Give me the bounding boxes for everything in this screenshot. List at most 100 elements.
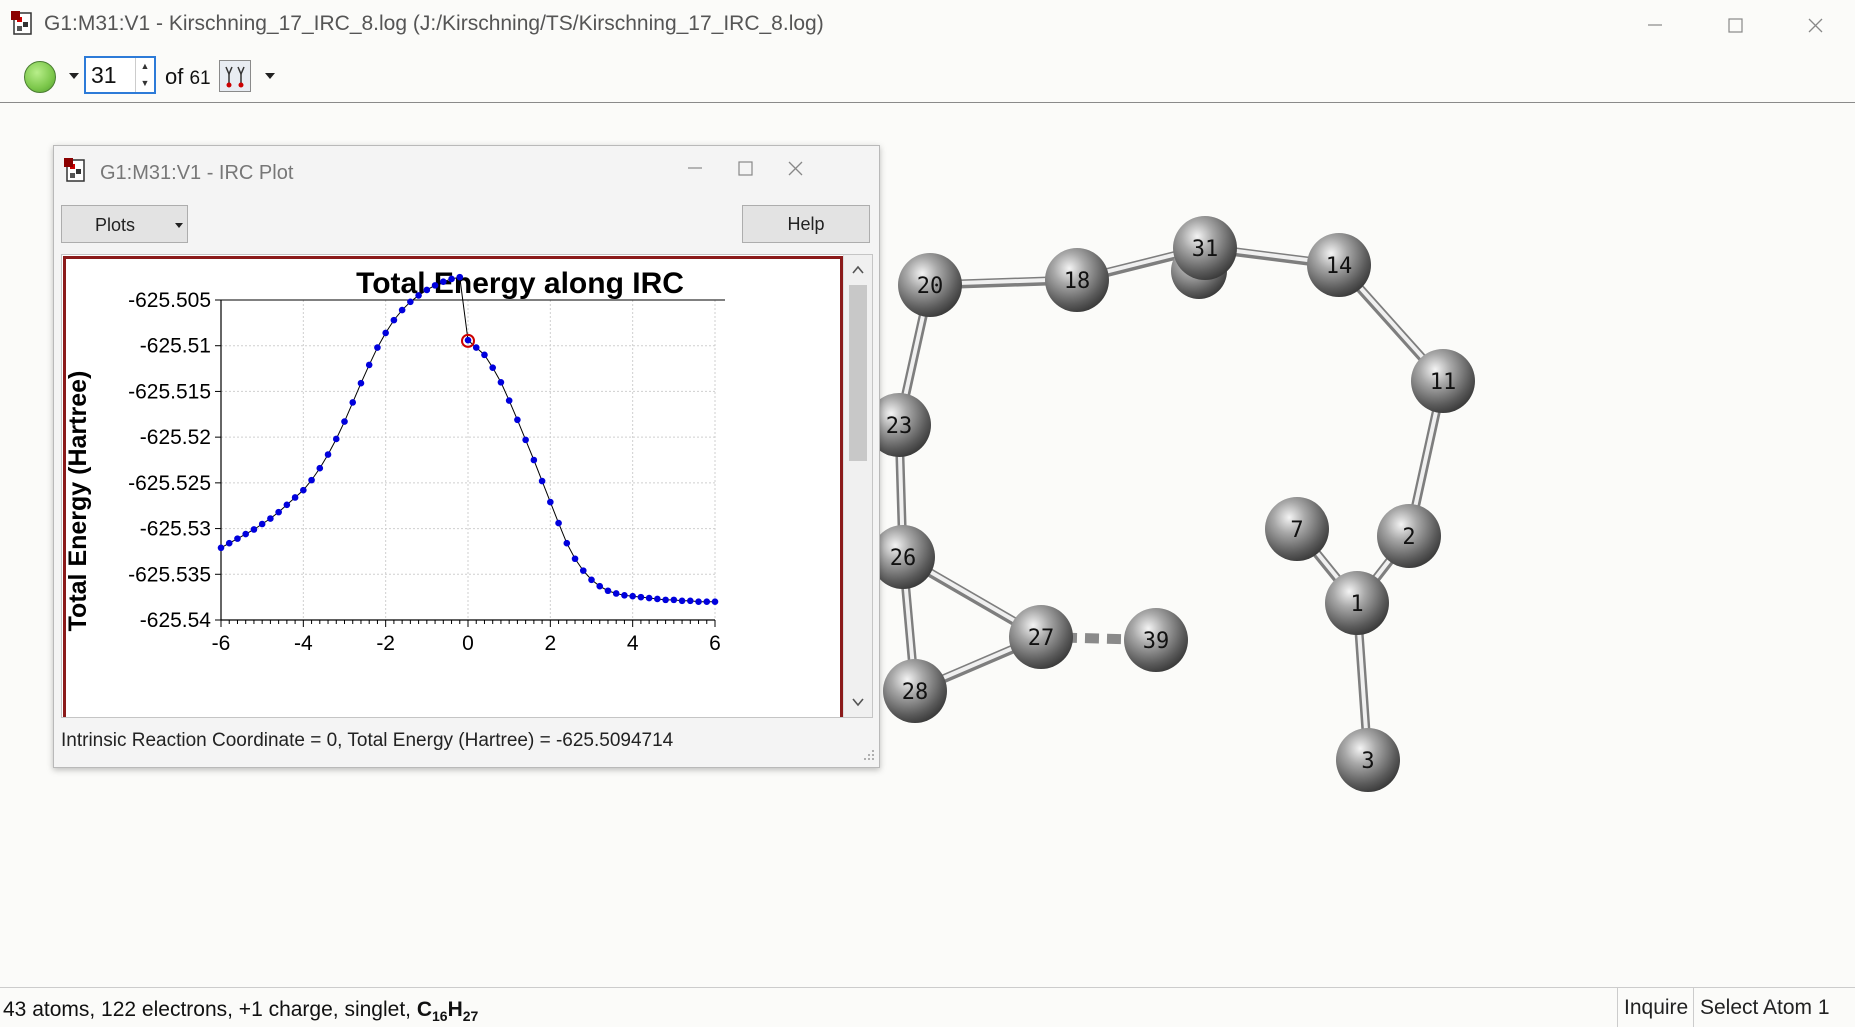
toolbar xyxy=(0,50,1855,103)
atom-label: 27 xyxy=(1028,626,1055,651)
y-tick-label: -625.525 xyxy=(128,472,211,495)
maximize-icon xyxy=(737,160,753,176)
chart-grid xyxy=(220,299,716,621)
data-point xyxy=(283,501,291,509)
atom-label: 31 xyxy=(1192,237,1219,262)
data-point xyxy=(374,344,381,351)
plot-vertical-scrollbar[interactable] xyxy=(843,255,872,717)
atom-label: 20 xyxy=(917,274,944,299)
animation-play-icon[interactable] xyxy=(24,61,56,93)
chart-series xyxy=(217,273,719,606)
scroll-up-icon[interactable] xyxy=(844,258,872,282)
spinbox-arrows[interactable]: ▲ ▼ xyxy=(135,58,154,92)
data-point xyxy=(711,598,719,606)
data-point xyxy=(547,498,554,506)
help-button[interactable]: Help xyxy=(742,205,870,243)
atom-label: 7 xyxy=(1290,518,1303,543)
y-tick-label: -625.53 xyxy=(140,518,211,541)
close-button[interactable] xyxy=(1791,8,1839,42)
close-icon xyxy=(788,161,802,175)
data-point xyxy=(604,587,612,595)
data-point xyxy=(472,344,480,351)
data-point xyxy=(662,596,669,604)
data-point xyxy=(308,476,315,484)
irc-energy-chart[interactable]: Total Energy along IRC Total Energy (Har… xyxy=(62,255,844,717)
minimize-button[interactable] xyxy=(1631,8,1679,42)
maximize-icon xyxy=(1727,17,1743,33)
data-point xyxy=(316,464,324,472)
atom-label: 2 xyxy=(1402,525,1415,550)
irc-maximize-button[interactable] xyxy=(721,151,769,185)
minimize-icon xyxy=(1648,24,1662,26)
data-point xyxy=(390,316,398,324)
frame-value[interactable]: 31 xyxy=(91,62,117,89)
irc-minimize-button[interactable] xyxy=(671,151,719,185)
data-point xyxy=(456,273,464,281)
x-tick-label: 2 xyxy=(544,632,556,655)
data-point xyxy=(464,336,472,344)
data-point xyxy=(275,508,282,516)
data-point xyxy=(522,436,529,444)
data-point xyxy=(678,597,686,605)
atom-label: 18 xyxy=(1064,269,1091,294)
data-point xyxy=(571,555,579,563)
y-tick-label: -625.505 xyxy=(128,289,211,312)
close-icon xyxy=(1808,18,1822,32)
data-point xyxy=(291,494,299,501)
atom-label: 23 xyxy=(886,414,913,439)
y-tick-label: -625.54 xyxy=(140,609,212,632)
y-tick-label: -625.52 xyxy=(140,426,211,449)
data-point xyxy=(596,582,604,590)
spin-down-icon[interactable]: ▼ xyxy=(136,75,154,92)
data-point xyxy=(670,596,678,604)
x-tick-label: 0 xyxy=(462,632,474,655)
y-axis-label: Total Energy (Hartree) xyxy=(64,371,92,632)
data-point xyxy=(258,520,266,528)
irc-plot-window[interactable]: G1:M31:V1 - IRC Plot Plots Help Total En… xyxy=(53,145,880,768)
atom-label: 1 xyxy=(1350,592,1363,617)
plot-area[interactable]: Total Energy along IRC Total Energy (Har… xyxy=(61,254,873,718)
scroll-down-icon[interactable] xyxy=(844,690,872,714)
data-point xyxy=(514,416,521,424)
data-point xyxy=(448,275,455,283)
spin-up-icon[interactable]: ▲ xyxy=(136,58,154,75)
data-point xyxy=(588,576,595,584)
plots-menu-button[interactable]: Plots xyxy=(61,205,188,243)
minimize-icon xyxy=(688,167,702,169)
data-point xyxy=(407,298,414,306)
atom-label: 39 xyxy=(1143,629,1170,654)
y-tick-label: -625.51 xyxy=(140,335,211,358)
molecular-formula: C16H27 xyxy=(416,998,479,1025)
data-point xyxy=(267,515,274,522)
plot-dropdown-icon[interactable] xyxy=(265,73,275,79)
data-point xyxy=(538,477,546,485)
data-point xyxy=(654,595,661,603)
irc-status-text: Intrinsic Reaction Coordinate = 0, Total… xyxy=(61,730,674,751)
data-point xyxy=(497,378,505,386)
scroll-thumb[interactable] xyxy=(849,285,867,461)
chart-title: Total Energy along IRC xyxy=(356,267,684,300)
y-tick-label: -625.535 xyxy=(128,563,211,586)
data-point xyxy=(349,399,357,406)
y-tick-label: -625.515 xyxy=(128,380,211,403)
animation-dropdown-icon[interactable] xyxy=(69,73,79,79)
irc-plot-icon[interactable] xyxy=(219,60,251,92)
data-point xyxy=(242,530,249,538)
x-tick-label: 4 xyxy=(627,632,639,655)
data-point xyxy=(365,361,373,369)
data-point xyxy=(481,351,488,359)
irc-close-button[interactable] xyxy=(771,151,819,185)
data-point xyxy=(440,278,447,286)
resize-grip-icon[interactable] xyxy=(863,749,875,761)
maximize-button[interactable] xyxy=(1711,8,1759,42)
action-indicator: Select Atom 1 xyxy=(1693,988,1843,1027)
frame-spinbox[interactable]: 31 ▲ ▼ xyxy=(84,56,156,94)
data-point xyxy=(324,451,332,458)
atom-label: 26 xyxy=(890,546,917,571)
data-point xyxy=(489,364,497,371)
data-point xyxy=(612,590,620,597)
window-title: G1:M31:V1 - Kirschning_17_IRC_8.log (J:/… xyxy=(44,12,824,35)
mode-indicator: Inquire xyxy=(1617,988,1693,1027)
data-point xyxy=(687,597,694,605)
status-bar: 43 atoms, 122 electrons, +1 charge, sing… xyxy=(0,987,1855,1027)
